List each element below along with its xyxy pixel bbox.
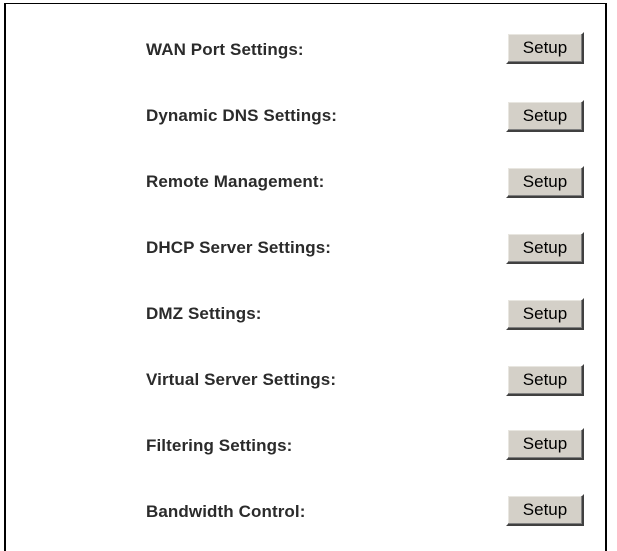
- remote-management-label: Remote Management:: [146, 172, 325, 191]
- filtering-settings-label: Filtering Settings:: [146, 436, 293, 455]
- dmz-settings-label: DMZ Settings:: [146, 304, 262, 323]
- dhcp-server-setup-button[interactable]: Setup: [506, 232, 584, 264]
- wan-port-settings-row: WAN Port Settings: Setup: [6, 32, 605, 72]
- dhcp-server-settings-row: DHCP Server Settings: Setup: [6, 230, 605, 270]
- remote-management-row: Remote Management: Setup: [6, 164, 605, 204]
- dmz-setup-button[interactable]: Setup: [506, 298, 584, 330]
- virtual-server-settings-label: Virtual Server Settings:: [146, 370, 337, 389]
- bandwidth-control-label: Bandwidth Control:: [146, 502, 306, 521]
- settings-panel: WAN Port Settings: Setup Dynamic DNS Set…: [4, 3, 607, 551]
- dhcp-server-settings-label: DHCP Server Settings:: [146, 238, 332, 257]
- virtual-server-settings-row: Virtual Server Settings: Setup: [6, 362, 605, 402]
- bandwidth-control-row: Bandwidth Control: Setup: [6, 494, 605, 534]
- filtering-setup-button[interactable]: Setup: [506, 428, 584, 460]
- wan-port-settings-label: WAN Port Settings:: [146, 40, 304, 59]
- dynamic-dns-settings-row: Dynamic DNS Settings: Setup: [6, 98, 605, 138]
- wan-port-setup-button[interactable]: Setup: [506, 32, 584, 64]
- filtering-settings-row: Filtering Settings: Setup: [6, 428, 605, 468]
- dmz-settings-row: DMZ Settings: Setup: [6, 296, 605, 336]
- dynamic-dns-setup-button[interactable]: Setup: [506, 100, 584, 132]
- remote-management-setup-button[interactable]: Setup: [506, 166, 584, 198]
- dynamic-dns-settings-label: Dynamic DNS Settings:: [146, 106, 338, 125]
- virtual-server-setup-button[interactable]: Setup: [506, 364, 584, 396]
- bandwidth-control-setup-button[interactable]: Setup: [506, 494, 584, 526]
